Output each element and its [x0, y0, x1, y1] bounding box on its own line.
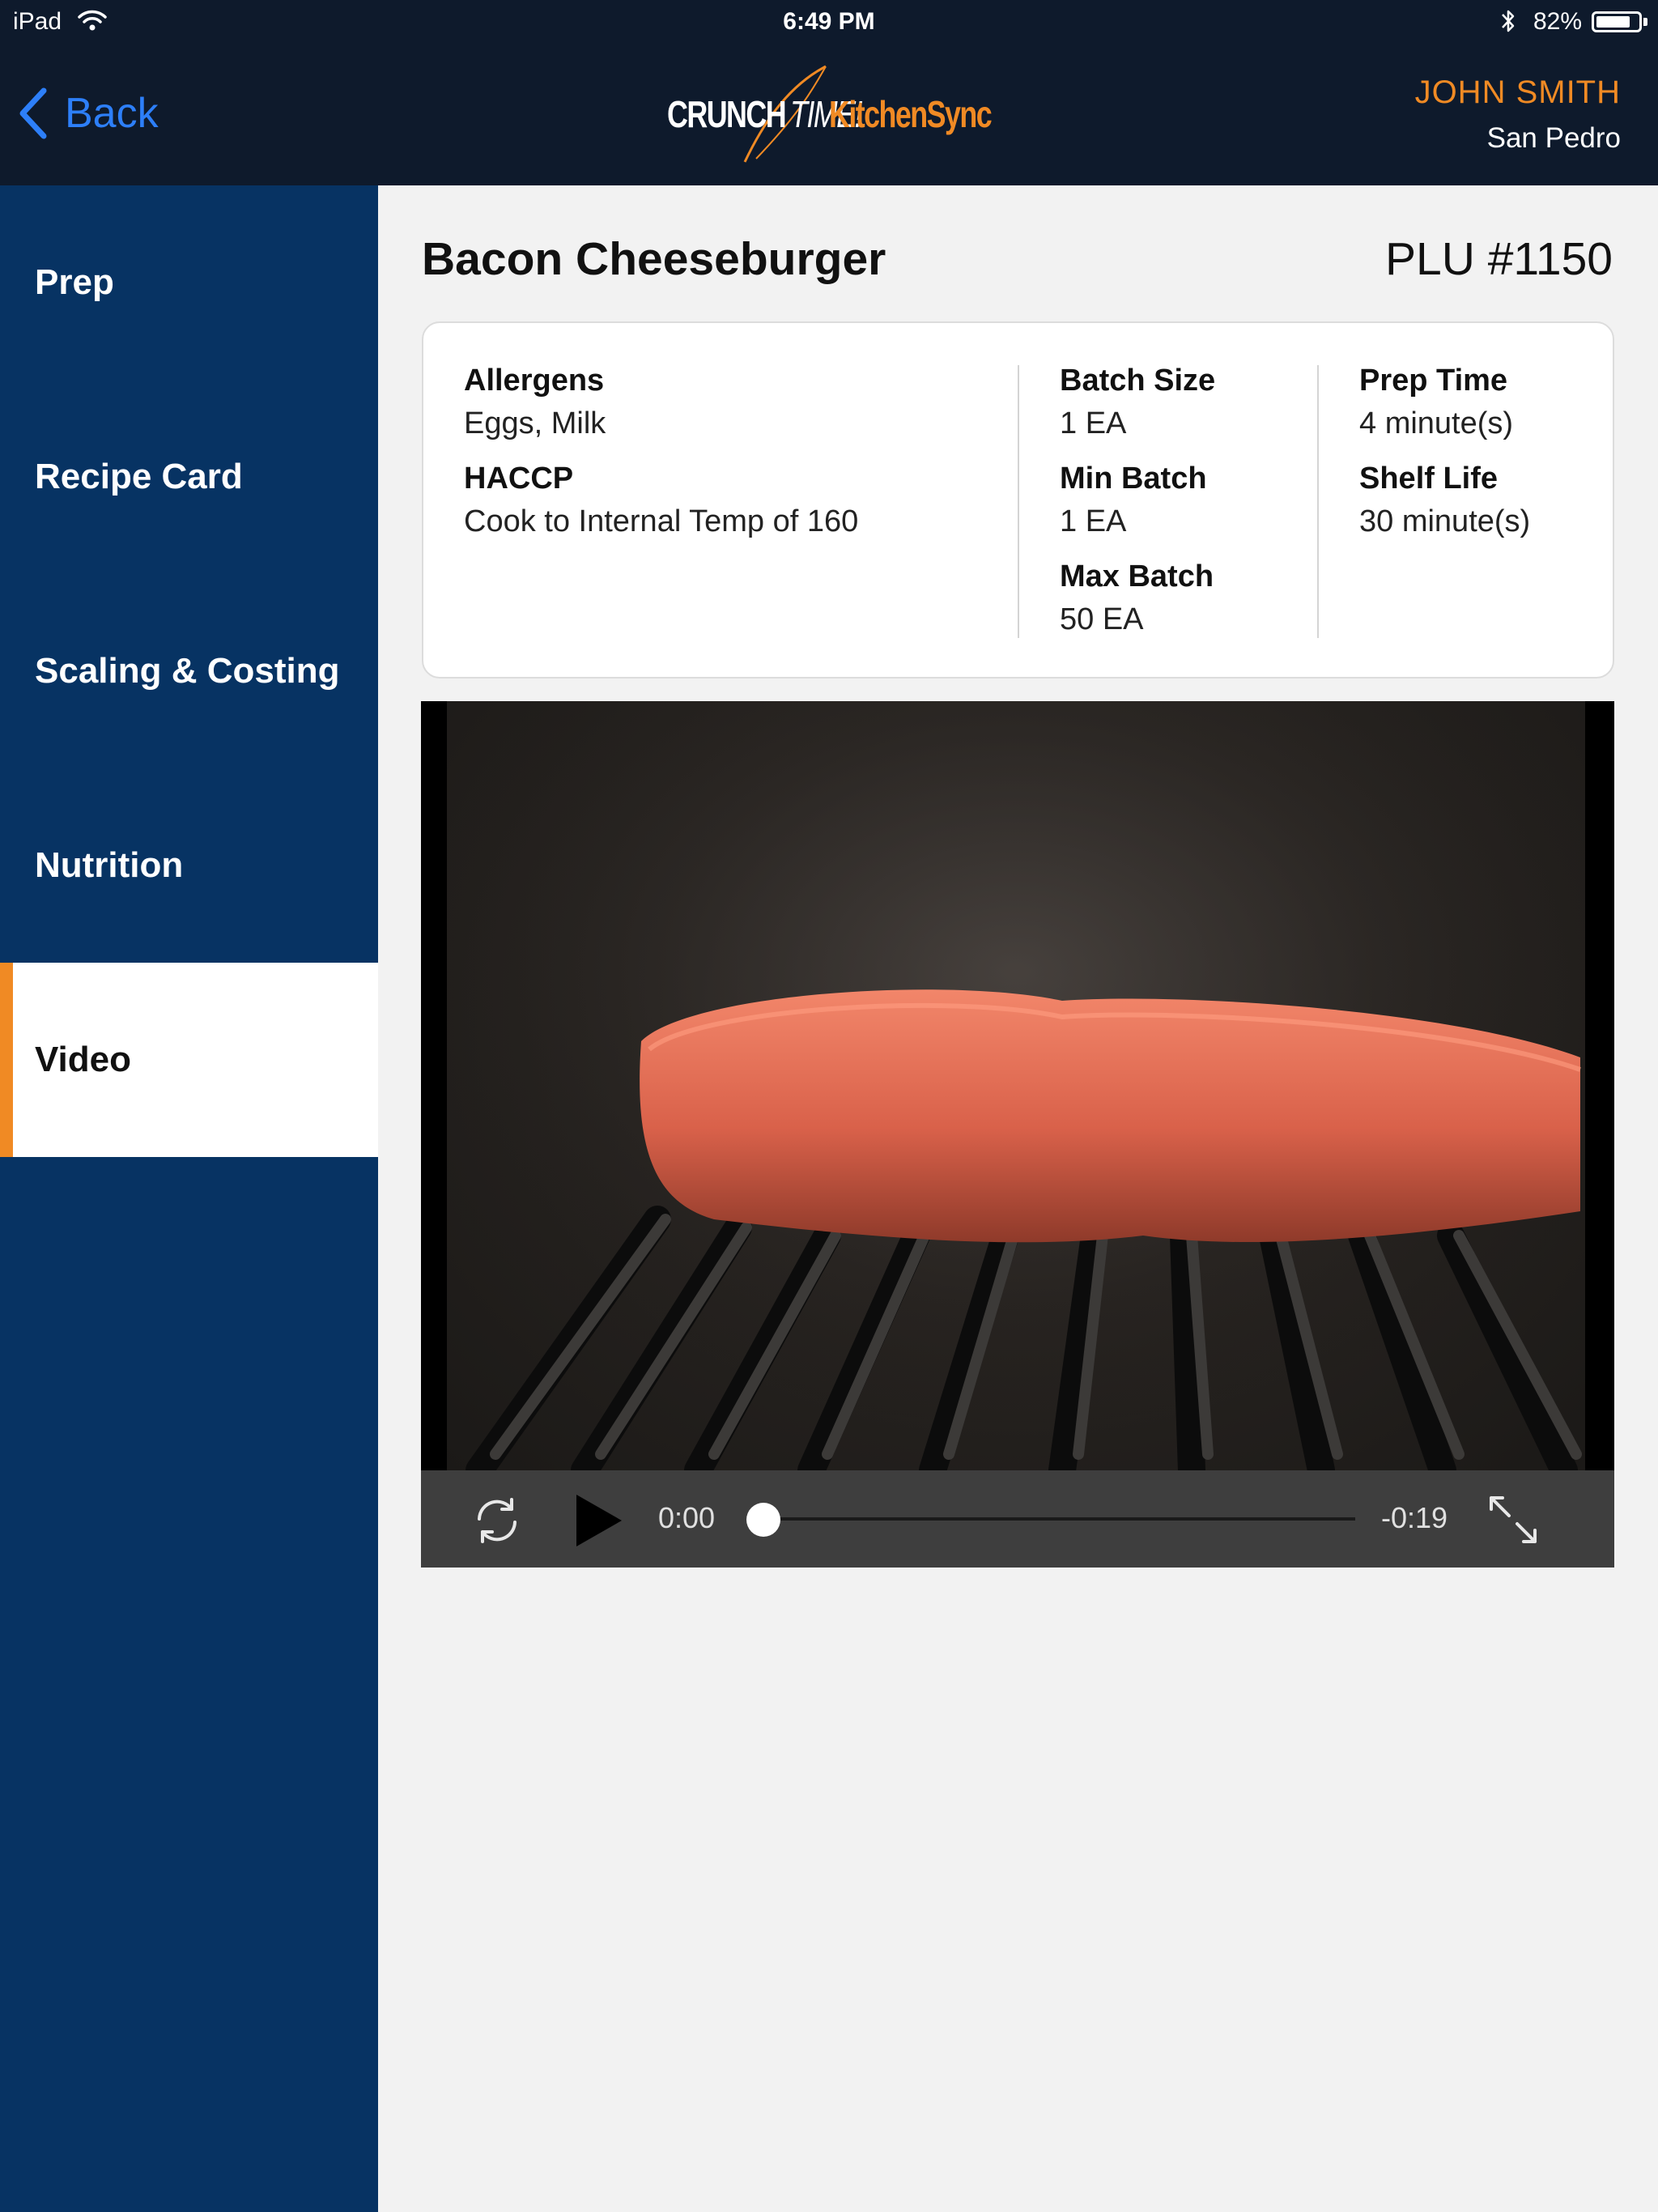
back-label: Back	[65, 90, 159, 137]
repeat-icon[interactable]	[471, 1495, 523, 1546]
sidebar-item-prep[interactable]: Prep	[0, 185, 378, 380]
shelf-life-value: 30 minute(s)	[1359, 504, 1531, 538]
video-frame[interactable]	[447, 701, 1585, 1470]
sidebar: Prep Recipe Card Scaling & Costing Nutri…	[0, 185, 378, 2212]
video-player[interactable]: 0:00 -0:19	[421, 701, 1614, 1568]
sidebar-item-scaling-costing[interactable]: Scaling & Costing	[0, 574, 378, 768]
main-content: Bacon Cheeseburger PLU #1150 Allergens E…	[378, 185, 1658, 2212]
min-batch-label: Min Batch	[1060, 462, 1207, 496]
allergens-label: Allergens	[464, 364, 605, 398]
logo-kitchensync: KitchenSync	[829, 93, 993, 135]
max-batch-field: Max Batch 50 EA	[1060, 559, 1214, 637]
min-batch-value: 1 EA	[1060, 504, 1127, 538]
prep-time-field: Prep Time 4 minute(s)	[1359, 364, 1513, 441]
card-divider	[1317, 365, 1319, 638]
allergens-field: Allergens Eggs, Milk	[464, 364, 606, 441]
user-location: San Pedro	[1486, 122, 1621, 154]
min-batch-field: Min Batch 1 EA	[1060, 462, 1207, 539]
shelf-life-label: Shelf Life	[1359, 462, 1499, 496]
top-bar: iPad 6:49 PM 82% Back CRUNCH TIME! Kitch…	[0, 0, 1658, 185]
prep-time-value: 4 minute(s)	[1359, 406, 1514, 440]
batch-size-value: 1 EA	[1060, 406, 1127, 440]
chevron-left-icon	[19, 87, 47, 139]
sidebar-item-nutrition[interactable]: Nutrition	[0, 768, 378, 963]
user-name: JOHN SMITH	[1414, 74, 1621, 110]
haccp-label: HACCP	[464, 462, 574, 496]
battery-cap	[1643, 18, 1647, 26]
max-batch-label: Max Batch	[1060, 559, 1214, 593]
recipe-title: Bacon Cheeseburger	[422, 233, 886, 285]
bluetooth-icon	[1502, 10, 1515, 32]
battery-percent: 82%	[1533, 8, 1583, 35]
sidebar-item-label: Nutrition	[35, 845, 184, 885]
current-time: 0:00	[658, 1501, 716, 1534]
plu-number: PLU #1150	[1385, 233, 1613, 285]
logo-crunch: CRUNCH	[667, 93, 787, 135]
allergens-value: Eggs, Milk	[464, 406, 606, 440]
card-divider	[1018, 365, 1019, 638]
app-logo: CRUNCH TIME! KitchenSync	[664, 63, 1004, 165]
haccp-value: Cook to Internal Temp of 160	[464, 504, 859, 538]
sidebar-item-recipe-card[interactable]: Recipe Card	[0, 380, 378, 574]
batch-size-label: Batch Size	[1060, 364, 1216, 398]
shelf-life-field: Shelf Life 30 minute(s)	[1359, 462, 1530, 539]
sidebar-item-label: Recipe Card	[35, 457, 243, 496]
fullscreen-icon[interactable]	[1486, 1493, 1540, 1546]
user-info[interactable]: JOHN SMITH San Pedro	[1415, 74, 1621, 155]
sidebar-item-label: Prep	[35, 262, 114, 302]
prep-time-label: Prep Time	[1359, 364, 1508, 398]
sidebar-item-label: Scaling & Costing	[35, 651, 340, 691]
remaining-time: -0:19	[1381, 1501, 1448, 1534]
battery-icon	[1592, 11, 1642, 32]
clock: 6:49 PM	[783, 8, 875, 35]
video-controls: 0:00 -0:19	[421, 1470, 1614, 1568]
haccp-field: HACCP Cook to Internal Temp of 160	[464, 462, 858, 539]
scrubber-knob[interactable]	[746, 1503, 780, 1537]
max-batch-value: 50 EA	[1060, 602, 1144, 636]
sidebar-item-label: Video	[35, 1040, 132, 1079]
recipe-info-card: Allergens Eggs, Milk HACCP Cook to Inter…	[422, 321, 1614, 678]
sidebar-item-video[interactable]: Video	[0, 963, 378, 1157]
batch-size-field: Batch Size 1 EA	[1060, 364, 1215, 441]
progress-track[interactable]	[764, 1517, 1355, 1521]
status-bar: iPad 6:49 PM 82%	[0, 0, 1658, 45]
play-icon[interactable]	[572, 1491, 625, 1550]
video-thumbnail-patty	[447, 701, 1585, 1470]
back-button[interactable]: Back	[16, 81, 159, 146]
